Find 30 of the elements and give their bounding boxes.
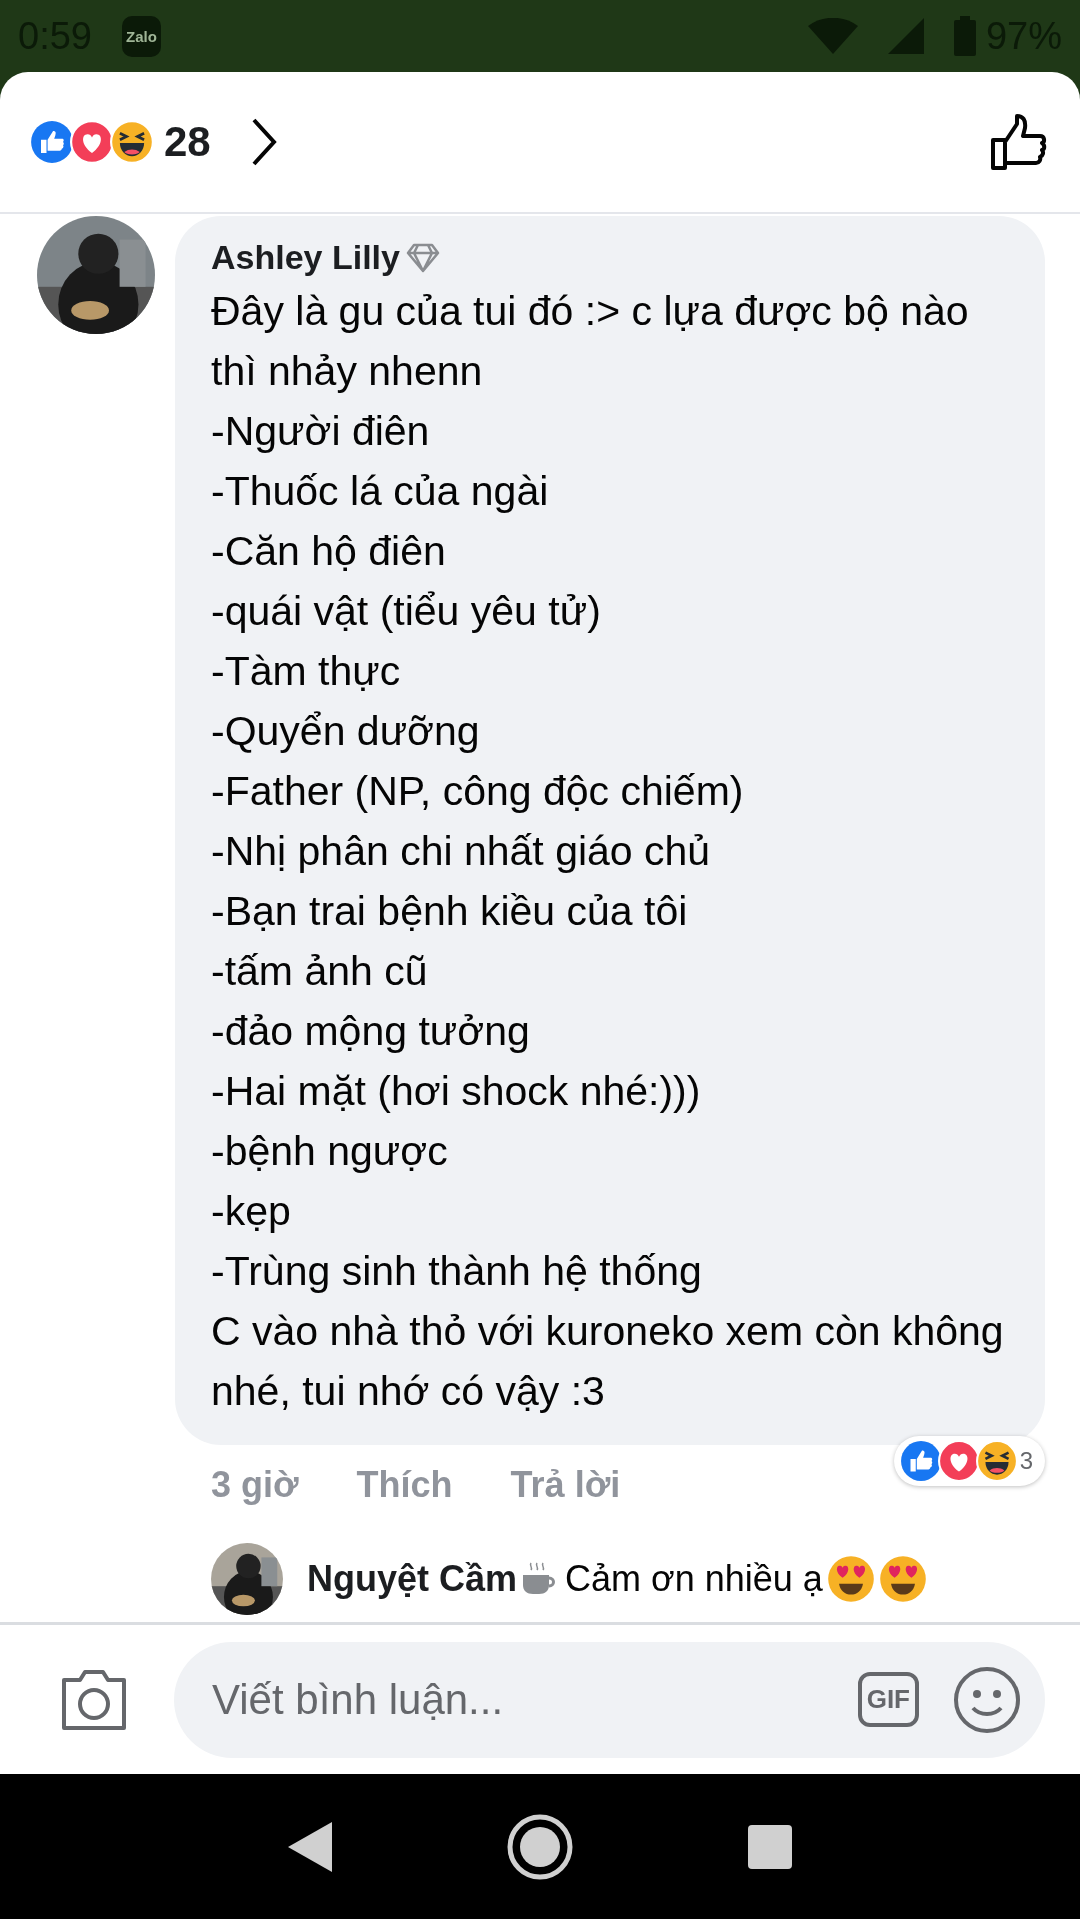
heart-eyes-emoji-icon bbox=[878, 1555, 927, 1603]
chevron-right-icon[interactable] bbox=[250, 117, 277, 167]
reply-author[interactable]: Nguyệt Cầm bbox=[307, 1558, 518, 1600]
comment-text: Đây là gu của tui đó :> c lựa được bộ nào thì nhảy nhenn -Người điên -Thuốc lá của ngài -Căn hộ điên -quái vật (tiểu yêu tử) -Tàm thực -Quyển dưỡng -Father (NP, công độc chiếm) -Nhị phân chi nhất giáo chủ -Bạn trai bệnh kiều của tôi -tấm ảnh cũ -đảo mộng tưởng -Hai mặt (hơi shock nhé:))) -bệnh ngược -kẹp -Trùng sinh thành hệ thống C vào nhà thỏ với kuroneko xem còn không nhé, tui nhớ có vậy :3 bbox=[211, 287, 1005, 1416]
heart-eyes-emoji-icon bbox=[826, 1555, 875, 1603]
comment-action-link[interactable]: Thích bbox=[356, 1464, 453, 1506]
coffee-cup-icon bbox=[521, 1561, 558, 1597]
comment-input-field[interactable]: Viết bình luận... GIF bbox=[174, 1641, 1045, 1758]
reaction-count[interactable]: 28 bbox=[164, 118, 211, 166]
laughing-face-icon bbox=[110, 120, 154, 164]
like-reaction-icon bbox=[899, 1440, 942, 1482]
love-reaction-icon bbox=[70, 120, 114, 164]
home-icon[interactable] bbox=[507, 1813, 573, 1880]
reply-text: Cảm ơn nhiều ạ bbox=[565, 1558, 823, 1600]
diamond-icon bbox=[405, 242, 440, 273]
smiley-icon[interactable] bbox=[953, 1665, 1021, 1734]
app-notification-icon: Zalo bbox=[121, 15, 161, 57]
wifi-icon bbox=[807, 18, 858, 54]
recents-icon[interactable] bbox=[748, 1824, 793, 1869]
like-reaction-icon bbox=[30, 120, 74, 164]
love-reaction-icon bbox=[937, 1440, 980, 1482]
back-icon[interactable] bbox=[287, 1821, 332, 1872]
gif-button[interactable]: GIF bbox=[857, 1672, 919, 1727]
comment-author[interactable]: Ashley Lilly bbox=[211, 238, 400, 277]
comment-action-link[interactable]: Trả lời bbox=[510, 1464, 621, 1506]
battery-icon bbox=[953, 16, 976, 56]
laughing-face-icon bbox=[975, 1440, 1018, 1482]
signal-icon bbox=[887, 18, 924, 54]
comment-time: 3 giờ bbox=[211, 1464, 299, 1506]
reaction-summary[interactable]: 3 bbox=[893, 1436, 1045, 1486]
